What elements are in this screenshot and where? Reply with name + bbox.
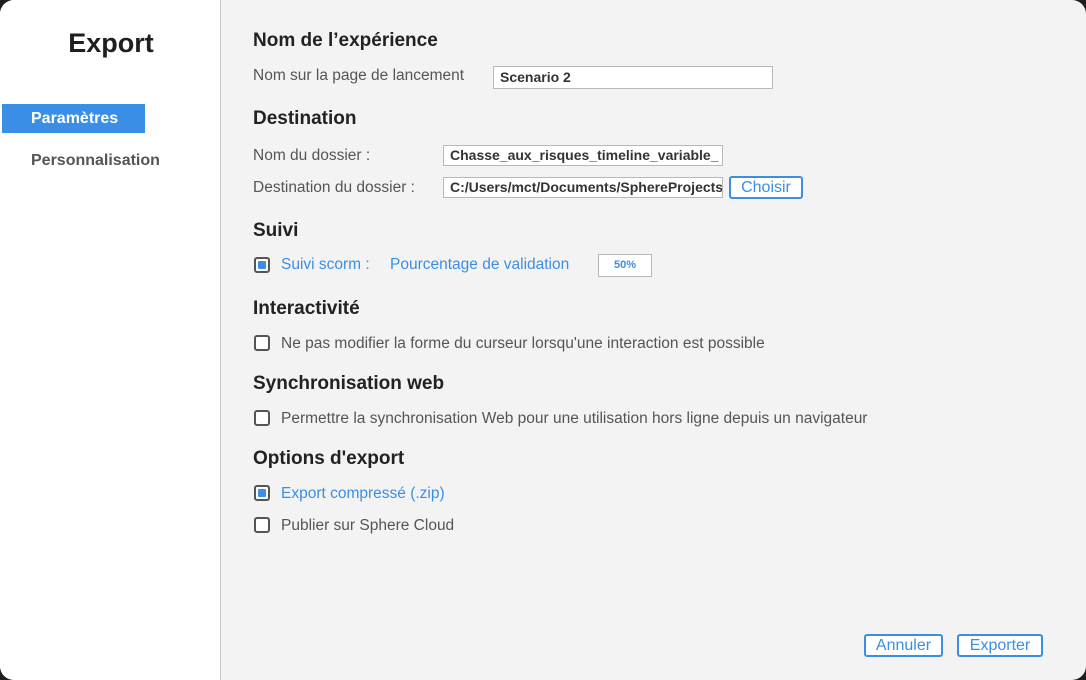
folder-name-label: Nom du dossier : — [253, 147, 371, 164]
sync-section-title: Synchronisation web — [253, 373, 445, 394]
scorm-tracking-label: Suivi scorm : — [281, 256, 370, 273]
web-sync-label: Permettre la synchronisation Web pour un… — [281, 410, 868, 427]
tracking-section-title: Suivi — [253, 220, 299, 241]
destination-section-title: Destination — [253, 108, 357, 129]
export-dialog: Export Paramètres Personnalisation Nom d… — [0, 0, 1086, 680]
cursor-shape-label: Ne pas modifier la forme du curseur lors… — [281, 335, 765, 352]
folder-name-input[interactable]: Chasse_aux_risques_timeline_variable_ — [443, 145, 723, 166]
settings-panel: Nom de l’expérience Nom sur la page de l… — [221, 0, 1086, 680]
sphere-cloud-label: Publier sur Sphere Cloud — [281, 517, 455, 534]
zip-export-label: Export compressé (.zip) — [281, 485, 445, 502]
sidebar: Export Paramètres Personnalisation — [0, 0, 221, 680]
cancel-button[interactable]: Annuler — [864, 634, 943, 657]
export-options-section-title: Options d'export — [253, 448, 405, 469]
validation-percentage-label: Pourcentage de validation — [390, 256, 570, 273]
launch-name-label: Nom sur la page de lancement — [253, 67, 465, 84]
experience-section-title: Nom de l’expérience — [253, 30, 438, 51]
export-button[interactable]: Exporter — [957, 634, 1043, 657]
dialog-title: Export — [68, 28, 154, 58]
sidebar-item-personnalisation[interactable]: Personnalisation — [2, 146, 160, 175]
scorm-tracking-checkbox[interactable] — [254, 257, 270, 273]
cursor-shape-checkbox[interactable] — [254, 335, 270, 351]
folder-destination-input[interactable]: C:/Users/mct/Documents/SphereProjects — [443, 177, 723, 198]
sidebar-item-parametres[interactable]: Paramètres — [2, 104, 145, 133]
choose-folder-button[interactable]: Choisir — [729, 176, 803, 199]
sphere-cloud-checkbox[interactable] — [254, 517, 270, 533]
interactivity-section-title: Interactivité — [253, 298, 360, 319]
validation-percentage-input[interactable]: 50% — [598, 254, 652, 277]
web-sync-checkbox[interactable] — [254, 410, 270, 426]
folder-destination-label: Destination du dossier : — [253, 179, 415, 196]
zip-export-checkbox[interactable] — [254, 485, 270, 501]
launch-name-input[interactable]: Scenario 2 — [493, 66, 773, 89]
